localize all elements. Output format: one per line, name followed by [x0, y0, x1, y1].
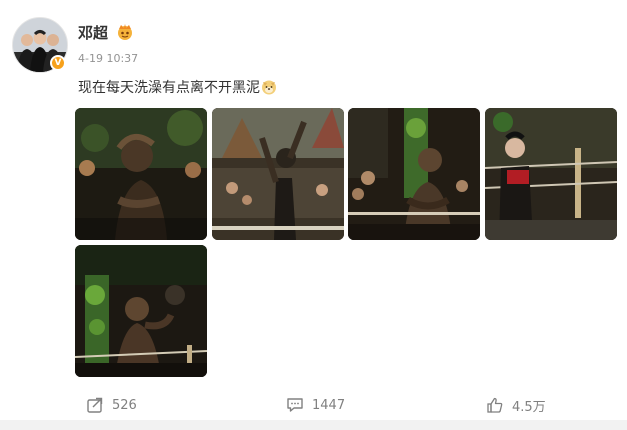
comment-button[interactable]: 1447 — [286, 396, 345, 414]
weibo-post-card: V 邓超 4-19 10:37 现在每天洗澡有点离不开黑泥 526 1447 4… — [0, 0, 627, 420]
post-image-3[interactable] — [348, 108, 480, 240]
feed-divider — [0, 420, 627, 430]
member-badge-icon[interactable] — [116, 23, 134, 41]
post-image-2[interactable] — [212, 108, 344, 240]
username[interactable]: 邓超 — [78, 22, 108, 43]
doge-icon — [262, 80, 276, 95]
comment-count: 1447 — [312, 397, 346, 413]
repost-icon — [86, 396, 104, 414]
post-image-5[interactable] — [75, 245, 207, 377]
post-text: 现在每天洗澡有点离不开黑泥 — [78, 77, 277, 97]
repost-button[interactable]: 526 — [86, 396, 137, 414]
repost-count: 526 — [112, 397, 137, 413]
post-image-1[interactable] — [75, 108, 207, 240]
like-button[interactable]: 4.5万 — [486, 396, 546, 415]
post-timestamp[interactable]: 4-19 10:37 — [78, 52, 138, 65]
verified-badge-icon: V — [50, 55, 66, 71]
like-count: 4.5万 — [512, 399, 546, 415]
thumbs-up-icon — [486, 396, 504, 414]
post-image-4[interactable] — [485, 108, 617, 240]
post-text-content: 现在每天洗澡有点离不开黑泥 — [78, 80, 260, 96]
comment-icon — [286, 396, 304, 414]
